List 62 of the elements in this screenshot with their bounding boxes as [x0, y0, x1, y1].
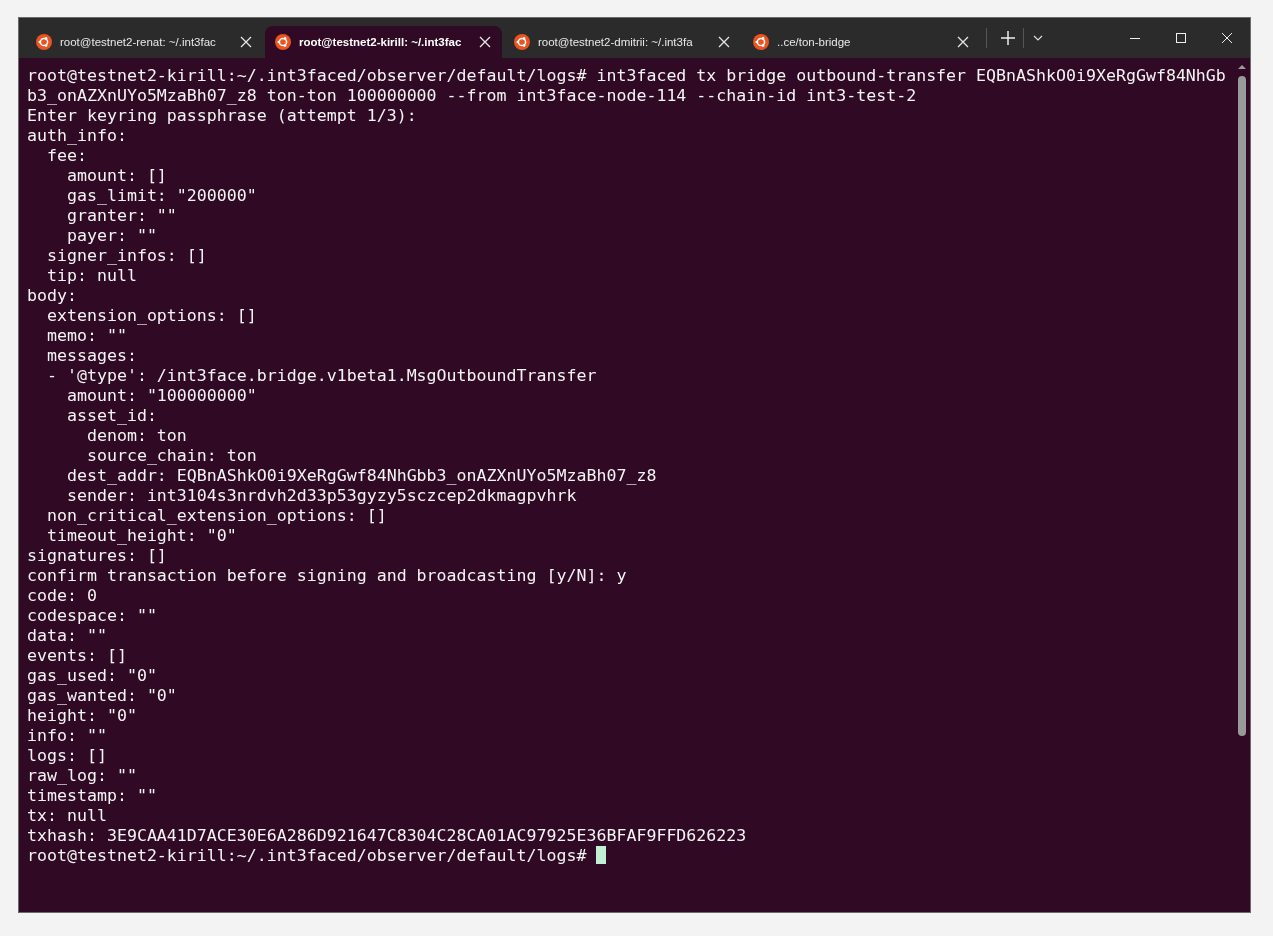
- terminal-line: gas_used: "0": [27, 665, 157, 685]
- terminal-line: height: "0": [27, 705, 137, 725]
- tab-title: ..ce/ton-bridge: [777, 36, 852, 48]
- terminal-line: timestamp: "": [27, 785, 157, 805]
- chevron-down-icon: [1033, 35, 1043, 41]
- terminal-line: data: "": [27, 625, 107, 645]
- terminal-line: txhash: 3E9CAA41D7ACE30E6A286D921647C8304C28CA01AC97925E36BFAF9FFD626223: [27, 825, 747, 845]
- terminal-line: amount: []: [65, 165, 167, 185]
- terminal-line: root@testnet2-kirill:~/.int3faced/observer/default/logs# int3faced tx bridge outbound-transfer EQBnAShkO0i9XeRgGwf84NhGb: [27, 65, 1226, 85]
- close-icon: [479, 36, 491, 48]
- terminal-line: body:: [27, 285, 77, 305]
- terminal-tab[interactable]: root@testnet2-renat: ~/.int3fac: [26, 26, 263, 58]
- terminal-line: signatures: []: [27, 545, 167, 565]
- close-icon: [957, 36, 969, 48]
- terminal-line: asset_id:: [65, 405, 157, 425]
- terminal-line: sender: int3104s3nrdvh2d33p53gyzy5sczcep2dkmagpvhrk: [65, 485, 577, 505]
- terminal-line: codespace: "": [27, 605, 157, 625]
- terminal-line: amount: "100000000": [65, 385, 257, 405]
- terminal-line: tx: null: [27, 805, 107, 825]
- terminal-line: timeout_height: "0": [45, 525, 237, 545]
- tab-title: root@testnet2-kirill: ~/.int3fac: [299, 36, 463, 48]
- close-icon: [1222, 33, 1232, 43]
- ubuntu-icon: [275, 34, 291, 50]
- close-icon: [240, 36, 252, 48]
- terminal-tab[interactable]: root@testnet2-kirill: ~/.int3fac: [265, 26, 502, 58]
- terminal-tab[interactable]: ..ce/ton-bridge: [743, 26, 980, 58]
- terminal-line: messages:: [45, 345, 137, 365]
- terminal-tab[interactable]: root@testnet2-dmitrii: ~/.int3fa: [504, 26, 741, 58]
- terminal-line: Enter keyring passphrase (attempt 1/3):: [27, 105, 417, 125]
- terminal-line: extension_options: []: [45, 305, 257, 325]
- terminal-line: confirm transaction before signing and broadcasting [y/N]: y: [27, 565, 627, 585]
- terminal-line: fee:: [45, 145, 87, 165]
- terminal-line: signer_infos: []: [45, 245, 207, 265]
- terminal-line: - '@type': /int3face.bridge.v1beta1.MsgOutboundTransfer: [45, 365, 597, 385]
- terminal-line: denom: ton: [85, 425, 187, 445]
- terminal-line: logs: []: [27, 745, 107, 765]
- terminal-line: gas_limit: "200000": [65, 185, 257, 205]
- maximize-icon: [1176, 33, 1186, 43]
- terminal-line: root@testnet2-kirill:~/.int3faced/observer/default/logs#: [27, 845, 588, 865]
- plus-icon: [1001, 31, 1015, 45]
- terminal-line: memo: "": [45, 325, 127, 345]
- terminal-line: source_chain: ton: [85, 445, 257, 465]
- ubuntu-icon: [36, 34, 52, 50]
- terminal-line: b3_onAZXnUYo5MzaBh07_z8 ton-ton 100000000 --from int3face-node-114 --chain-id int3-test-2: [27, 85, 917, 105]
- minimize-icon: [1130, 37, 1140, 39]
- terminal-line: tip: null: [45, 265, 137, 285]
- terminal-line: gas_wanted: "0": [27, 685, 177, 705]
- terminal-line: auth_info:: [27, 125, 127, 145]
- terminal-line: payer: "": [65, 225, 157, 245]
- close-icon: [718, 36, 730, 48]
- terminal-line: dest_addr: EQBnAShkO0i9XeRgGwf84NhGbb3_onAZXnUYo5MzaBh07_z8: [65, 465, 657, 485]
- ubuntu-icon: [753, 34, 769, 50]
- terminal-line: granter: "": [65, 205, 177, 225]
- ubuntu-icon: [514, 34, 530, 50]
- tab-title: root@testnet2-renat: ~/.int3fac: [60, 36, 217, 48]
- terminal-line: events: []: [27, 645, 127, 665]
- terminal-line: raw_log: "": [27, 765, 137, 785]
- up-arrow-icon[interactable]: [1238, 64, 1246, 70]
- terminal-line: non_critical_extension_options: []: [45, 505, 387, 525]
- terminal-line: info: "": [27, 725, 107, 745]
- terminal-line: code: 0: [27, 585, 97, 605]
- tab-title: root@testnet2-dmitrii: ~/.int3fa: [538, 36, 694, 48]
